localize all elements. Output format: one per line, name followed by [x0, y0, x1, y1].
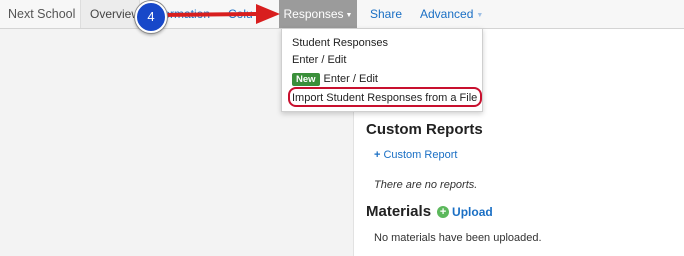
plus-icon: +: [374, 149, 381, 161]
materials-header: Materials + Upload: [366, 203, 493, 221]
custom-reports-heading: Custom Reports: [366, 121, 483, 138]
no-materials-message: No materials have been uploaded.: [374, 232, 542, 244]
new-badge: New: [292, 73, 320, 86]
red-right-arrow-icon: [158, 4, 280, 24]
caret-down-icon: ▼: [345, 12, 353, 19]
menu-item-enter-edit[interactable]: Enter / Edit: [292, 54, 346, 66]
menu-item-new-enter-edit-label: Enter / Edit: [323, 73, 378, 85]
tab-advanced[interactable]: Advanced ▼: [420, 0, 483, 28]
menu-item-new-enter-edit[interactable]: New Enter / Edit: [292, 73, 378, 86]
tab-overview[interactable]: Overview: [80, 0, 140, 28]
caret-down-icon: ▼: [476, 12, 484, 19]
tab-responses[interactable]: Responses ▼: [279, 0, 357, 28]
menu-item-student-responses[interactable]: Student Responses: [292, 37, 388, 49]
tab-advanced-label: Advanced: [420, 7, 474, 21]
plus-circle-icon[interactable]: +: [437, 206, 450, 218]
upload-link[interactable]: Upload: [452, 205, 493, 219]
materials-heading: Materials: [366, 203, 432, 220]
tab-share[interactable]: Share: [370, 0, 402, 28]
add-custom-report-link[interactable]: + Custom Report: [374, 149, 457, 161]
step-number-callout: 4: [135, 1, 167, 33]
top-nav: Next School Overview formation Colu Resp…: [0, 0, 684, 29]
school-name[interactable]: Next School: [8, 0, 75, 28]
no-reports-message: There are no reports.: [374, 179, 478, 191]
tab-responses-label: Responses: [283, 7, 344, 21]
add-custom-report-label: Custom Report: [383, 149, 458, 161]
highlight-outline: [288, 87, 482, 107]
